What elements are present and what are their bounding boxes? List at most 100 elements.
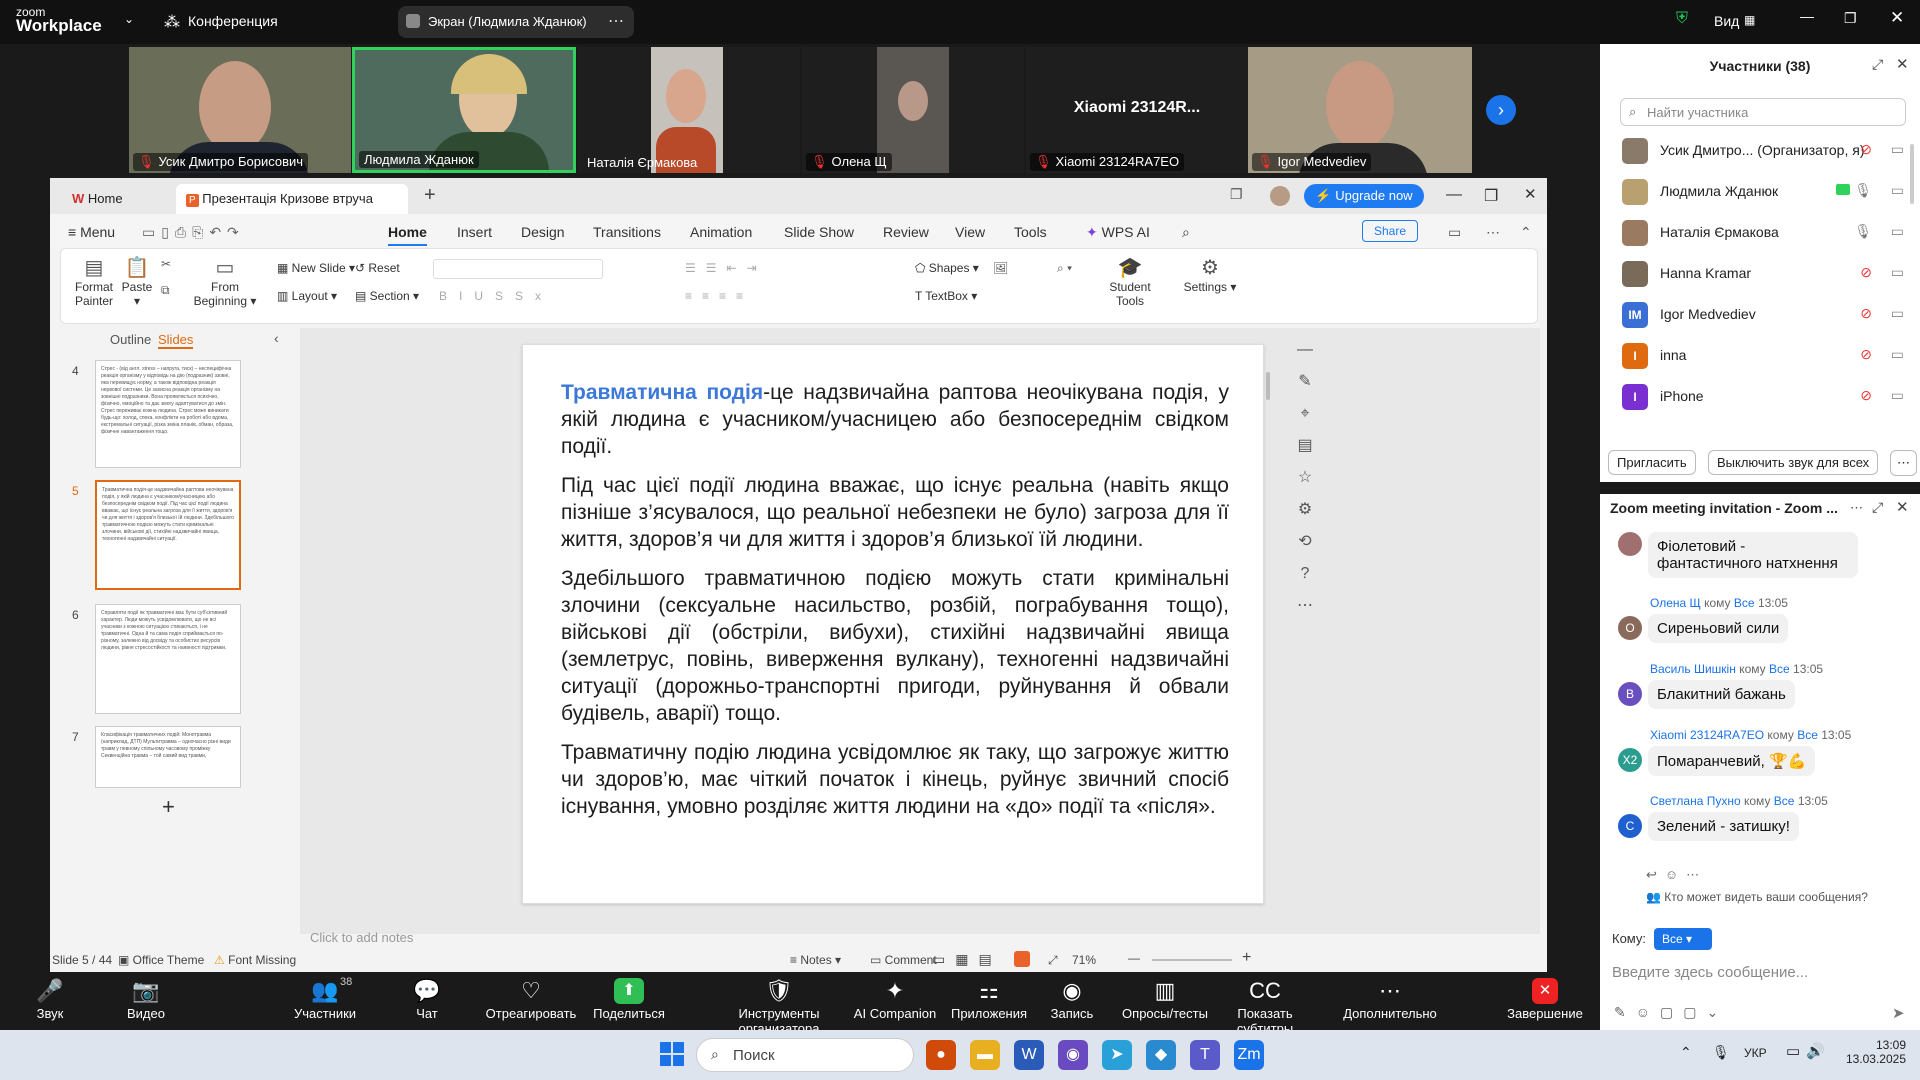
next-page-icon[interactable]: › bbox=[1486, 95, 1516, 125]
collapse-panel-icon[interactable]: ‹ bbox=[274, 330, 279, 346]
mic-off-icon[interactable]: ⊘ bbox=[1860, 264, 1872, 281]
message-bubble[interactable]: Помаранчевий, 🏆💪 bbox=[1648, 746, 1816, 776]
conference-label[interactable]: Конференция bbox=[188, 13, 278, 29]
message-input[interactable]: Введите здесь сообщение... bbox=[1612, 964, 1808, 981]
mic-off-icon[interactable]: ⊘ bbox=[1860, 141, 1872, 158]
share-button[interactable]: Share bbox=[1362, 220, 1418, 242]
shapes-button[interactable]: ⬠ Shapes ▾ bbox=[915, 261, 979, 275]
toolbar-chat-button[interactable]: 💬 Чат bbox=[382, 972, 472, 1030]
menu-view[interactable]: View bbox=[955, 224, 985, 240]
sender-name[interactable]: Светлана Пухно bbox=[1650, 794, 1741, 808]
avatar[interactable] bbox=[1270, 186, 1290, 206]
comment-button[interactable]: ▭ Comment bbox=[870, 953, 937, 967]
chevron-down-icon[interactable]: ⌄ bbox=[124, 12, 134, 26]
slide-thumbnail[interactable]: Класифікація травматичних подій: Монотра… bbox=[95, 726, 241, 788]
mic-off-icon[interactable]: ⊘ bbox=[1860, 305, 1872, 322]
menu-animation[interactable]: Animation bbox=[690, 224, 752, 240]
camera-icon[interactable]: ▭ bbox=[1891, 305, 1904, 322]
from-beginning-button[interactable]: ▭ From Beginning ▾ bbox=[183, 255, 267, 308]
video-tile-6[interactable]: 🎙 Igor Medvediev bbox=[1248, 47, 1472, 173]
textbox-button[interactable]: T TextBox ▾ bbox=[915, 289, 977, 303]
zoom-level[interactable]: 71% bbox=[1072, 953, 1096, 967]
popout-icon[interactable]: ⤢ bbox=[1872, 499, 1883, 516]
file-explorer-icon[interactable]: ▬ bbox=[970, 1040, 1000, 1070]
copy-icon[interactable]: ⧉ bbox=[161, 283, 170, 298]
clock[interactable]: 13:09 13.03.2025 bbox=[1836, 1038, 1906, 1066]
compose-tools[interactable]: ✎☺▢▢⌄ bbox=[1614, 1004, 1728, 1021]
current-slide[interactable]: Травматична подія-це надзвичайна раптова… bbox=[522, 344, 1264, 904]
font-family-select[interactable] bbox=[433, 259, 603, 279]
upgrade-button[interactable]: ⚡ Upgrade now bbox=[1304, 184, 1424, 208]
zoom-app-icon[interactable]: Zm bbox=[1234, 1040, 1264, 1070]
mic-on-icon[interactable]: 🎙 bbox=[1854, 223, 1872, 240]
quick-access-icons[interactable]: ▭▯⎙⎘↶↷ bbox=[142, 224, 245, 241]
app-icon[interactable]: ◆ bbox=[1146, 1040, 1176, 1070]
windows-start-icon[interactable] bbox=[660, 1042, 684, 1066]
maximize-icon[interactable]: ❐ bbox=[1484, 186, 1498, 206]
slide-thumbnail-selected[interactable]: Травматична подія-це надзвичайна раптова… bbox=[95, 480, 241, 590]
participant-row[interactable]: Наталія Єрмакова 🎙 ▭ bbox=[1622, 214, 1912, 255]
menu-slideshow[interactable]: Slide Show bbox=[784, 224, 854, 240]
reaction-icons[interactable]: ↩☺⋯ bbox=[1646, 867, 1707, 883]
new-tab-icon[interactable]: + bbox=[424, 184, 436, 207]
minimize-icon[interactable]: — bbox=[1800, 8, 1814, 24]
camera-icon[interactable]: ▭ bbox=[1891, 182, 1904, 199]
notes-input[interactable]: Click to add notes bbox=[310, 930, 413, 945]
more-options-button[interactable]: ⋯ bbox=[1890, 450, 1917, 476]
restore-icon[interactable]: ❐ bbox=[1844, 10, 1857, 27]
zoom-slider[interactable] bbox=[1152, 959, 1232, 961]
video-tile-3[interactable]: Наталія Єрмакова bbox=[578, 47, 800, 173]
vertical-scrollbar[interactable] bbox=[1266, 372, 1270, 400]
invite-button[interactable]: Пригласить bbox=[1608, 450, 1696, 475]
taskbar-search[interactable]: ⌕ Поиск bbox=[696, 1038, 914, 1072]
cut-icon[interactable]: ✂ bbox=[161, 257, 171, 271]
camera-icon[interactable]: ▭ bbox=[1891, 346, 1904, 363]
layout-button[interactable]: ▥ Layout ▾ bbox=[277, 289, 337, 303]
mic-on-icon[interactable]: 🎙 bbox=[1854, 182, 1872, 199]
menu-insert[interactable]: Insert bbox=[457, 224, 492, 240]
word-icon[interactable]: W bbox=[1014, 1040, 1044, 1070]
sender-name[interactable]: Xiaomi 23124RA7EO bbox=[1650, 728, 1764, 742]
participant-row[interactable]: Hanna Kramar ⊘ ▭ bbox=[1622, 255, 1912, 296]
toolbar-captions-button[interactable]: CC Показать субтитры bbox=[1210, 972, 1320, 1036]
close-icon[interactable]: ✕ bbox=[1524, 185, 1537, 203]
participants-scrollbar[interactable] bbox=[1910, 144, 1914, 204]
window-icon[interactable]: ❐ bbox=[1230, 186, 1243, 203]
participant-row[interactable]: IiPhone ⊘ ▭ bbox=[1622, 378, 1912, 419]
zoom-in-icon[interactable]: + bbox=[1242, 949, 1251, 967]
mic-off-icon[interactable]: ⊘ bbox=[1860, 387, 1872, 404]
settings-button[interactable]: ⚙ Settings ▾ bbox=[1175, 255, 1245, 294]
sender-name[interactable]: Олена Щ bbox=[1650, 596, 1701, 610]
message-bubble[interactable]: Сиреньовий сили bbox=[1648, 614, 1789, 643]
tray-chevron-icon[interactable]: ⌃ bbox=[1680, 1044, 1692, 1061]
slide-thumbnail[interactable]: Стрес - (від англ. stress – напруга, тис… bbox=[95, 360, 241, 468]
menu-home[interactable]: Home bbox=[388, 224, 427, 246]
toolbar-react-button[interactable]: ♡ Отреагировать bbox=[476, 972, 586, 1030]
toolbar-end-button[interactable]: ✕ Завершение bbox=[1490, 972, 1600, 1030]
search-participant[interactable]: ⌕ Найти участника bbox=[1620, 98, 1906, 126]
toolbar-audio-button[interactable]: 🎤 Звук bbox=[0, 972, 100, 1030]
camera-icon[interactable]: ▭ bbox=[1891, 223, 1904, 240]
more-icon[interactable]: ⋯ bbox=[608, 11, 624, 31]
new-slide-button[interactable]: ▦ New Slide ▾ bbox=[277, 261, 355, 275]
view-mode-icons[interactable]: ▭▦▤ bbox=[932, 951, 1002, 968]
font-missing-label[interactable]: ⚠ Font Missing bbox=[214, 953, 296, 967]
chrome-icon[interactable]: ● bbox=[926, 1040, 956, 1070]
font-format-icons[interactable]: BIUSSx bbox=[439, 289, 553, 303]
more-icon[interactable]: ⋯ bbox=[1850, 500, 1863, 516]
add-slide-icon[interactable]: + bbox=[162, 794, 175, 820]
more-icon[interactable]: ⋯ bbox=[1486, 224, 1500, 241]
mic-off-icon[interactable]: ⊘ bbox=[1860, 346, 1872, 363]
video-tile-2[interactable]: Людмила Жданюк bbox=[352, 47, 576, 173]
video-tile-4[interactable]: 🎙 Олена Щ bbox=[802, 47, 1024, 173]
section-button[interactable]: ▤ Section ▾ bbox=[355, 289, 419, 303]
menu-design[interactable]: Design bbox=[521, 224, 565, 240]
popout-icon[interactable]: ⤢ bbox=[1872, 56, 1883, 73]
search-icon[interactable]: ⌕ bbox=[1182, 224, 1190, 241]
message-bubble[interactable]: Блакитний бажань bbox=[1648, 680, 1795, 709]
toolbar-polls-button[interactable]: ▥ Опросы/тесты bbox=[1110, 972, 1220, 1030]
toolbar-share-button[interactable]: ⬆ Поделиться bbox=[574, 972, 684, 1030]
reset-button[interactable]: ↺ Reset bbox=[355, 261, 400, 275]
tab-presentation[interactable]: P Презентація Кризове втруча bbox=[176, 184, 408, 214]
who-sees-label[interactable]: 👥 Кто может видеть ваши сообщения? bbox=[1646, 890, 1868, 904]
